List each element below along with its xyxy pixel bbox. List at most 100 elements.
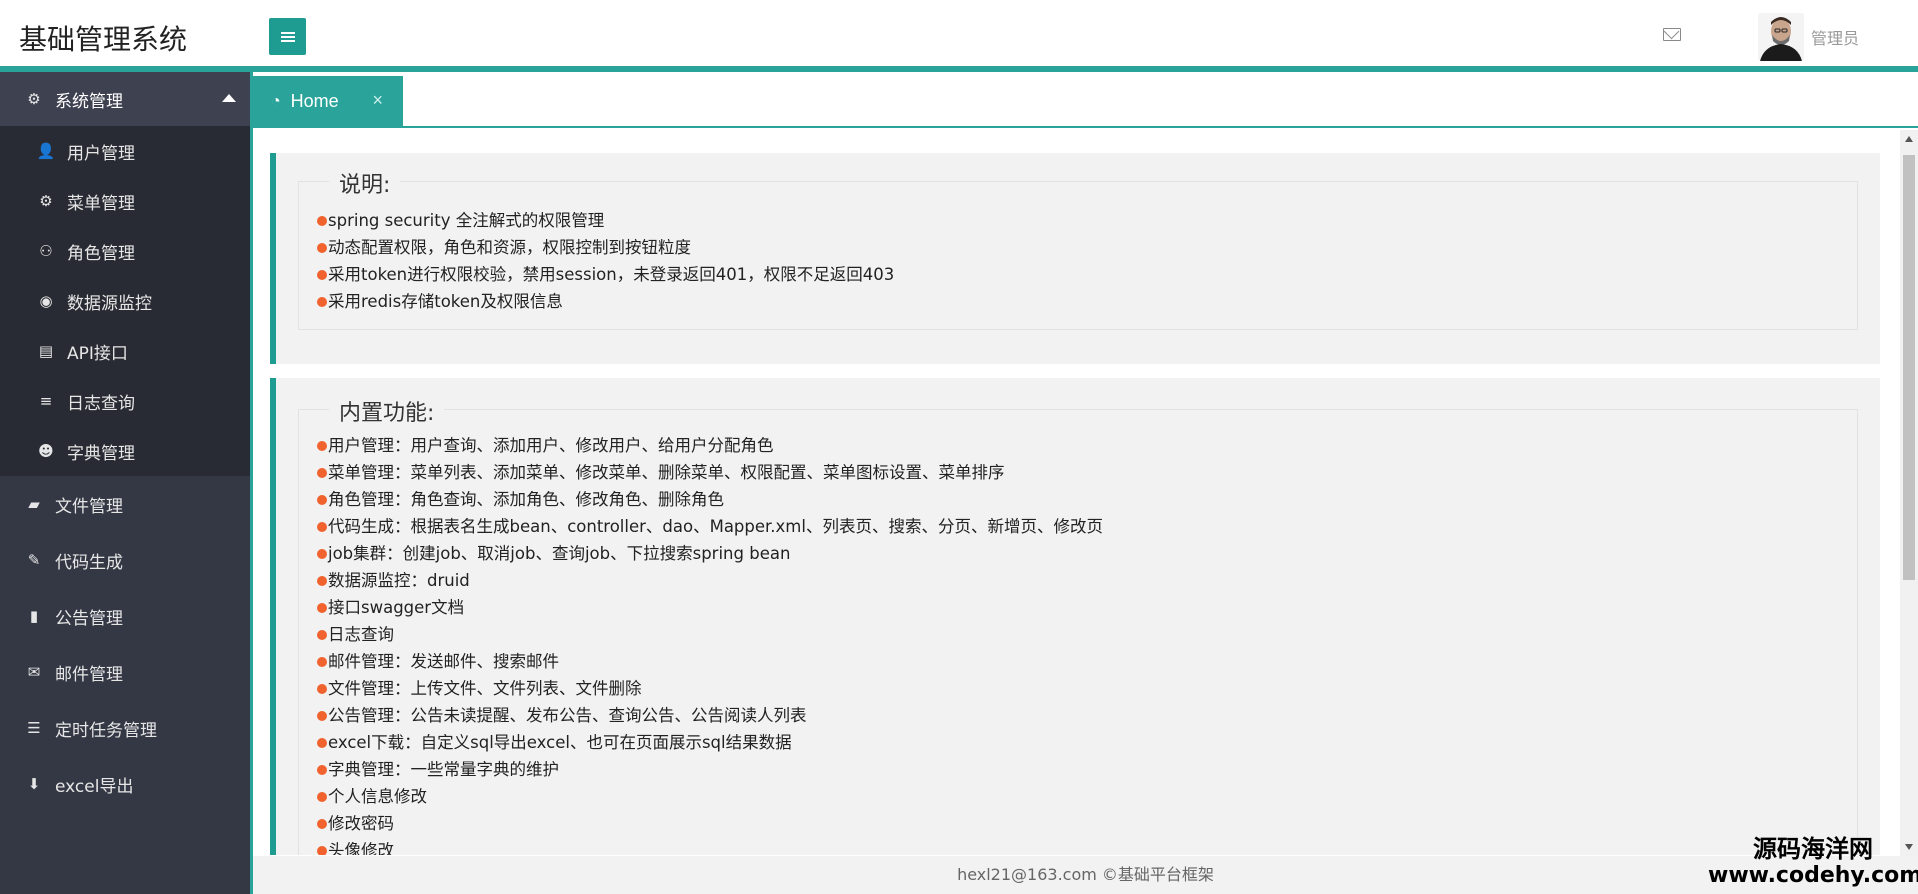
sidebar-item-label: 数据源监控	[67, 293, 152, 314]
sidebar-item-dict[interactable]: ☻ 字典管理	[0, 426, 250, 476]
sidebar-item-datasource[interactable]: ◉ 数据源监控	[0, 276, 250, 326]
bullet-dot	[317, 657, 327, 667]
list-item: excel下载：自定义sql导出excel、也可在页面展示sql结果数据	[317, 729, 1103, 756]
sidebar: ⚙ 系统管理 👤 用户管理 ⚙ 菜单管理 ⚇ 角色管理 ◉ 数据源监控 ▤ AP…	[0, 72, 250, 894]
list-item: 菜单管理：菜单列表、添加菜单、修改菜单、删除菜单、权限配置、菜单图标设置、菜单排…	[317, 459, 1103, 486]
sidebar-item-log[interactable]: ≡ 日志查询	[0, 376, 250, 426]
footer-text: hexl21@163.com ©基础平台框架	[957, 865, 1214, 884]
tab-bar: ◔ Home ×	[253, 72, 1918, 128]
sidebar-item-file[interactable]: ▰ 文件管理	[0, 476, 250, 532]
content-scrollbar[interactable]	[1900, 130, 1918, 856]
wrench-icon: ✎	[27, 551, 41, 569]
features-panel: 内置功能: 用户管理：用户查询、添加用户、修改用户、给用户分配角色 菜单管理：菜…	[270, 378, 1880, 855]
bullet-dot	[317, 297, 327, 307]
download-icon: ⬇	[27, 775, 41, 793]
list-item: job集群：创建job、取消job、查询job、下拉搜索spring bean	[317, 540, 1103, 567]
list-item: 数据源监控：druid	[317, 567, 1103, 594]
bullet-dot	[317, 711, 327, 721]
bullet-dot	[317, 630, 327, 640]
features-fieldset: 内置功能: 用户管理：用户查询、添加用户、修改用户、给用户分配角色 菜单管理：菜…	[298, 395, 1858, 855]
bullet-dot	[317, 846, 327, 855]
list-icon: ≡	[39, 392, 53, 410]
sidebar-item-label: 定时任务管理	[55, 720, 157, 741]
bullet-dot	[317, 819, 327, 829]
description-fieldset: 说明: spring security 全注解式的权限管理 动态配置权限，角色和…	[298, 167, 1858, 330]
envelope-icon: ✉	[27, 663, 41, 681]
gear-icon: ⚙	[39, 192, 53, 210]
sidebar-item-api[interactable]: ▤ API接口	[0, 326, 250, 376]
list-item: 代码生成：根据表名生成bean、controller、dao、Mapper.xm…	[317, 513, 1103, 540]
list-item: 头像修改	[317, 837, 1103, 855]
list-item: 采用token进行权限校验，禁用session，未登录返回401，权限不足返回4…	[317, 261, 894, 288]
sidebar-item-label: 菜单管理	[67, 193, 135, 214]
bullet-dot	[317, 495, 327, 505]
book-icon: ▮	[29, 607, 39, 625]
sidebar-item-codegen[interactable]: ✎ 代码生成	[0, 532, 250, 588]
top-header: 基础管理系统 管理员	[0, 0, 1918, 72]
avatar[interactable]	[1758, 13, 1804, 61]
bullet-dot	[317, 576, 327, 586]
sidebar-item-label: 用户管理	[67, 143, 135, 164]
sidebar-item-label: 文件管理	[55, 496, 123, 517]
features-list: 用户管理：用户查询、添加用户、修改用户、给用户分配角色 菜单管理：菜单列表、添加…	[317, 432, 1103, 855]
user-name[interactable]: 管理员	[1811, 25, 1859, 49]
description-panel: 说明: spring security 全注解式的权限管理 动态配置权限，角色和…	[270, 153, 1880, 364]
sidebar-item-role[interactable]: ⚇ 角色管理	[0, 226, 250, 276]
watermark-line2: www.codehy.com	[1708, 863, 1918, 888]
sidebar-item-user[interactable]: 👤 用户管理	[0, 126, 250, 176]
users-icon: ⚇	[39, 242, 53, 260]
tab-home[interactable]: ◔ Home ×	[253, 76, 403, 127]
bullet-dot	[317, 270, 327, 280]
dashboard-icon: ◔	[271, 92, 281, 110]
file-pdf-icon: ▤	[38, 342, 54, 360]
page-footer: hexl21@163.com ©基础平台框架	[253, 856, 1918, 894]
sidebar-item-label: 日志查询	[67, 393, 135, 414]
avatar-image	[1758, 13, 1804, 61]
list-item: 日志查询	[317, 621, 1103, 648]
sidebar-group-system[interactable]: ⚙ 系统管理	[0, 72, 250, 126]
watermark-line1: 源码海洋网	[1753, 835, 1873, 863]
envelope-icon[interactable]	[1663, 28, 1681, 41]
app-logo-text[interactable]: 基础管理系统	[19, 18, 187, 58]
reddit-icon: ☻	[38, 442, 54, 460]
bullet-dot	[317, 603, 327, 613]
bullet-dot	[317, 684, 327, 694]
sidebar-item-mail[interactable]: ✉ 邮件管理	[0, 644, 250, 700]
list-item: 用户管理：用户查询、添加用户、修改用户、给用户分配角色	[317, 432, 1103, 459]
close-icon[interactable]: ×	[372, 90, 383, 111]
sidebar-item-job[interactable]: ☰ 定时任务管理	[0, 700, 250, 756]
sidebar-item-menu[interactable]: ⚙ 菜单管理	[0, 176, 250, 226]
tasks-icon: ☰	[27, 719, 41, 737]
sidebar-item-label: 字典管理	[67, 443, 135, 464]
sidebar-item-label: 代码生成	[55, 552, 123, 573]
list-item: 修改密码	[317, 810, 1103, 837]
bullet-dot	[317, 549, 327, 559]
sidebar-item-notice[interactable]: ▮ 公告管理	[0, 588, 250, 644]
list-item: 文件管理：上传文件、文件列表、文件删除	[317, 675, 1103, 702]
sidebar-item-excel[interactable]: ⬇ excel导出	[0, 756, 250, 812]
bullet-dot	[317, 522, 327, 532]
sidebar-submenu: 👤 用户管理 ⚙ 菜单管理 ⚇ 角色管理 ◉ 数据源监控 ▤ API接口 ≡ 日…	[0, 126, 250, 476]
sidebar-item-label: 公告管理	[55, 608, 123, 629]
scroll-thumb[interactable]	[1903, 155, 1915, 580]
list-item: 动态配置权限，角色和资源，权限控制到按钮粒度	[317, 234, 894, 261]
scroll-up-arrow-icon[interactable]	[1905, 136, 1913, 142]
sidebar-item-label: excel导出	[55, 776, 134, 797]
menu-toggle-button[interactable]	[269, 18, 306, 55]
bullet-dot	[317, 468, 327, 478]
sidebar-item-label: API接口	[67, 343, 128, 364]
bullet-dot	[317, 765, 327, 775]
list-item: 邮件管理：发送邮件、搜索邮件	[317, 648, 1103, 675]
list-item: 个人信息修改	[317, 783, 1103, 810]
sidebar-group-label: 系统管理	[55, 91, 123, 112]
bullet-dot	[317, 441, 327, 451]
user-icon: 👤	[36, 142, 56, 160]
bullet-dot	[317, 216, 327, 226]
folder-open-icon: ▰	[28, 495, 40, 513]
watermark: 源码海洋网 www.codehy.com	[1708, 835, 1918, 889]
caret-up-icon	[222, 94, 236, 102]
list-item: 字典管理：一些常量字典的维护	[317, 756, 1103, 783]
bullet-dot	[317, 243, 327, 253]
bullet-dot	[317, 738, 327, 748]
sidebar-item-label: 邮件管理	[55, 664, 123, 685]
